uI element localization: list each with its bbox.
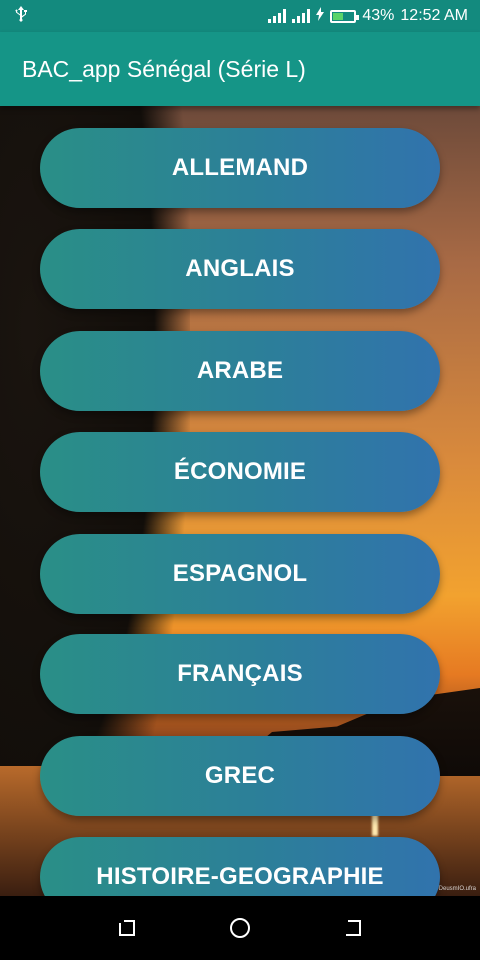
battery-icon	[330, 9, 360, 23]
battery-percent: 43%	[362, 7, 395, 24]
subject-button-espagnol[interactable]: ESPAGNOL	[40, 534, 440, 614]
usb-icon	[14, 5, 28, 27]
app-bar: BAC_app Sénégal (Série L)	[0, 32, 480, 106]
subject-button-francais[interactable]: FRANÇAIS	[40, 634, 440, 714]
subject-button-allemand[interactable]: ALLEMAND	[40, 128, 440, 208]
signal-icon-2	[292, 9, 311, 23]
clock: 12:52 AM	[400, 7, 468, 24]
status-bar: 43% 12:52 AM	[0, 0, 480, 32]
app-title: BAC_app Sénégal (Série L)	[22, 55, 306, 82]
subject-button-anglais[interactable]: ANGLAIS	[40, 229, 440, 309]
subject-list[interactable]: ALLEMAND ANGLAIS ARABE ÉCONOMIE ESPAGNOL…	[0, 106, 480, 896]
subject-button-economie[interactable]: ÉCONOMIE	[40, 432, 440, 512]
charging-icon	[316, 6, 325, 26]
navigation-bar	[0, 896, 480, 960]
home-icon[interactable]	[225, 913, 255, 943]
subject-button-arabe[interactable]: ARABE	[40, 331, 440, 411]
signal-icon	[268, 9, 287, 23]
recent-apps-icon[interactable]	[112, 913, 142, 943]
subject-button-grec[interactable]: GREC	[40, 736, 440, 816]
subject-button-histoire-geographie[interactable]: HISTOIRE-GEOGRAPHIE	[40, 837, 440, 896]
back-icon[interactable]	[338, 913, 368, 943]
